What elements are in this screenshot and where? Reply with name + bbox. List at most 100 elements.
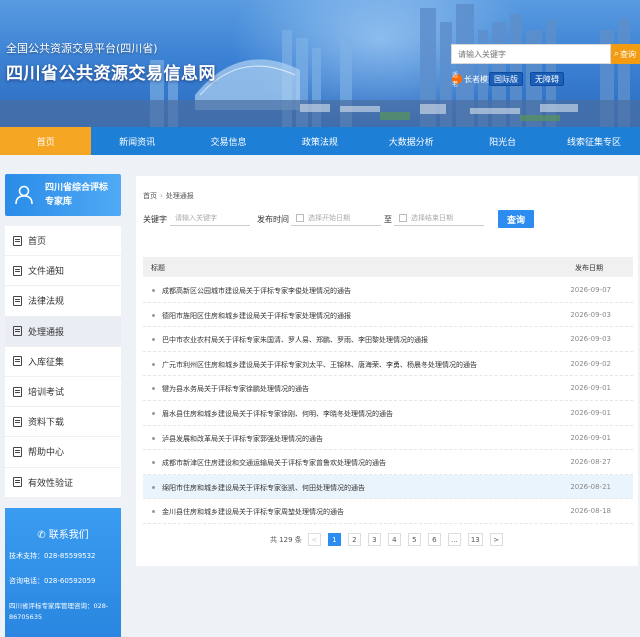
table-row[interactable]: 泸县发展和改革局关于评标专家郭强处理情况的通告 2026-09-01 (143, 426, 633, 451)
breadcrumb-home[interactable]: 首页 (143, 192, 157, 200)
row-title-link[interactable]: 犍为县水务局关于评标专家徐鹏处理情况的通告 (162, 384, 309, 394)
keyword-label: 关键字 (143, 215, 167, 224)
row-date: 2026-08-18 (570, 507, 611, 516)
pager-page-button[interactable]: 4 (387, 533, 401, 546)
contact-title: ✆ 联系我们 (9, 526, 117, 541)
contact-consult-phone: 咨询电话：028-60592059 (9, 577, 96, 585)
user-icon (15, 185, 33, 205)
search-icon: ⌕ (614, 49, 620, 59)
table-header: 标题 发布日期 (143, 257, 633, 277)
contact-tech-support: 技术支持：028-85599532 (9, 552, 96, 560)
sidebar-item[interactable]: 资料下载 (5, 407, 121, 438)
row-date: 2026-09-03 (570, 310, 611, 319)
document-icon (13, 235, 22, 246)
nav-item[interactable]: 政策法规 (274, 127, 365, 155)
table-row[interactable]: 绵阳市住房和城乡建设局关于评标专家张凯、何田处理情况的通告 2026-08-21 (143, 474, 633, 500)
keyword-input[interactable]: 请输入关键字 (170, 211, 250, 226)
bullet-icon (152, 485, 155, 489)
row-title-link[interactable]: 成都市新津区住房建设和交通运输局关于评标专家曾鲁欢处理情况的通告 (162, 458, 386, 468)
row-title-link[interactable]: 眉水县住房和城乡建设局关于评标专家徐刚、何明、李晓冬处理情况的通告 (162, 409, 393, 419)
table-row[interactable]: 成都市新津区住房建设和交通运输局关于评标专家曾鲁欢处理情况的通告 2026-08-… (143, 450, 633, 475)
sidebar-item[interactable]: 处理通报 (5, 316, 121, 347)
row-title-link[interactable]: 金川县住房和城乡建设局关于评标专家周堃处理情况的通告 (162, 507, 344, 517)
search-button-label: 查询 (620, 49, 637, 59)
search-input[interactable] (452, 45, 610, 63)
table-row[interactable]: 犍为县水务局关于评标专家徐鹏处理情况的通告 2026-09-01 (143, 376, 633, 401)
table-row[interactable]: 巴中市农业农村局关于评标专家朱国清、罗人易、郑鹏、罗雨、李田黎处理情况的通报 20… (143, 327, 633, 352)
nav-item[interactable]: 新闻资讯 (91, 127, 182, 155)
row-date: 2026-09-02 (570, 359, 611, 368)
row-title-link[interactable]: 巴中市农业农村局关于评标专家朱国清、罗人易、郑鹏、罗雨、李田黎处理情况的通报 (162, 335, 428, 345)
site-title[interactable]: 四川省公共资源交易信息网 (6, 59, 216, 84)
sidebar-item[interactable]: 有效性验证 (5, 468, 121, 498)
pagination: 共 129 条 <1 2 3 4 5 6 … 13 > (270, 533, 510, 546)
bullet-icon (152, 313, 155, 317)
table-row[interactable]: 金川县住房和城乡建设局关于评标专家周堃处理情况的通告 2026-08-18 (143, 499, 633, 524)
sidebar-item-label: 资料下载 (28, 418, 65, 429)
pager-prev-button[interactable]: < (307, 533, 321, 546)
sidebar-item-label: 有效性验证 (28, 478, 74, 489)
barrier-free-link[interactable]: 无障碍 (530, 72, 564, 86)
nav-item[interactable]: 线索征集专区 (548, 127, 639, 155)
sidebar-item[interactable]: 帮助中心 (5, 437, 121, 468)
pager-page-button[interactable]: 3 (367, 533, 381, 546)
row-date: 2026-08-27 (570, 458, 611, 467)
end-date-input[interactable]: 选择结束日期 (394, 211, 484, 226)
expert-card-line1: 四川省综合评标 (45, 183, 109, 193)
bullet-icon (152, 289, 155, 292)
sidebar-item-label: 文件通知 (28, 267, 65, 278)
pager-page-button[interactable]: 2 (347, 533, 361, 546)
row-title-link[interactable]: 成都高新区公园城市建设局关于评标专家李俊处理情况的通告 (162, 286, 351, 296)
sidebar-menu: 首页文件通知法律法规处理通报入库征集培训考试资料下载帮助中心有效性验证 (5, 226, 121, 498)
query-button[interactable]: 查询 (498, 210, 534, 228)
nav-item[interactable]: 阳光台 (457, 127, 548, 155)
column-title: 标题 (151, 264, 165, 272)
row-title-link[interactable]: 绵阳市住房和城乡建设局关于评标专家张凯、何田处理情况的通告 (162, 483, 365, 493)
sidebar-item-label: 入库征集 (28, 357, 65, 368)
pager-page-button[interactable]: … (447, 533, 461, 546)
row-title-link[interactable]: 广元市利州区住房和城乡建设局关于评标专家刘太平、王锦林、唐海荣、李勇、杨晨冬处理… (162, 360, 477, 370)
breadcrumb-separator: › (160, 192, 163, 200)
publish-time-label: 发布时间 (257, 215, 289, 224)
sidebar-item[interactable]: 文件通知 (5, 256, 121, 287)
expert-database-card[interactable]: 四川省综合评标 专家库 (5, 174, 121, 216)
elder-mode-icon: 适老 (452, 72, 462, 88)
pager-page-button[interactable]: 13 (467, 533, 483, 546)
column-date: 发布日期 (575, 264, 603, 272)
document-icon (13, 326, 22, 337)
bullet-icon (152, 338, 155, 342)
sidebar-item[interactable]: 首页 (5, 226, 121, 257)
row-title-link[interactable]: 泸县发展和改革局关于评标专家郭强处理情况的通告 (162, 434, 323, 444)
pager-page-button[interactable]: 6 (427, 533, 441, 546)
sidebar-item-label: 首页 (28, 237, 47, 248)
date-range-separator: 至 (384, 215, 392, 224)
table-row[interactable]: 广元市利州区住房和城乡建设局关于评标专家刘太平、王锦林、唐海荣、李勇、杨晨冬处理… (143, 352, 633, 377)
pager-page-button[interactable]: 1 (327, 533, 341, 546)
table-row[interactable]: 眉水县住房和城乡建设局关于评标专家徐刚、何明、李晓冬处理情况的通告 2026-09… (143, 401, 633, 426)
sidebar-item[interactable]: 培训考试 (5, 377, 121, 408)
nav-item[interactable]: 首页 (0, 127, 92, 155)
table-row[interactable]: 成都高新区公园城市建设局关于评标专家李俊处理情况的通告 2026-09-07 (143, 278, 633, 303)
bullet-icon (152, 461, 155, 465)
contact-expert-consult: 四川省评标专家库管理咨询：028-86705635 (9, 602, 109, 621)
sidebar-item[interactable]: 入库征集 (5, 347, 121, 377)
breadcrumb-current: 处理通报 (165, 192, 194, 200)
row-date: 2026-08-21 (570, 482, 611, 491)
bullet-icon (152, 510, 155, 514)
bullet-icon (152, 436, 155, 440)
pager-next-button[interactable]: > (489, 533, 503, 546)
international-link[interactable]: 国际版 (489, 72, 523, 86)
start-date-input[interactable]: 选择开始日期 (291, 211, 381, 226)
row-title-link[interactable]: 德阳市旌阳区住房和城乡建设局关于评标专家处理情况的通报 (162, 311, 351, 321)
nav-item[interactable]: 大数据分析 (366, 127, 457, 155)
breadcrumb: 首页 › 处理通报 (143, 191, 194, 201)
start-date-placeholder: 选择开始日期 (308, 214, 350, 222)
search-box (451, 44, 611, 64)
document-icon (13, 477, 22, 488)
nav-item[interactable]: 交易信息 (183, 127, 274, 155)
table-row[interactable]: 德阳市旌阳区住房和城乡建设局关于评标专家处理情况的通报 2026-09-03 (143, 303, 633, 328)
pager-page-button[interactable]: 5 (407, 533, 421, 546)
sidebar-item-label: 法律法规 (28, 297, 65, 308)
sidebar-item[interactable]: 法律法规 (5, 286, 121, 317)
search-button[interactable]: ⌕ 查询 (611, 44, 640, 64)
